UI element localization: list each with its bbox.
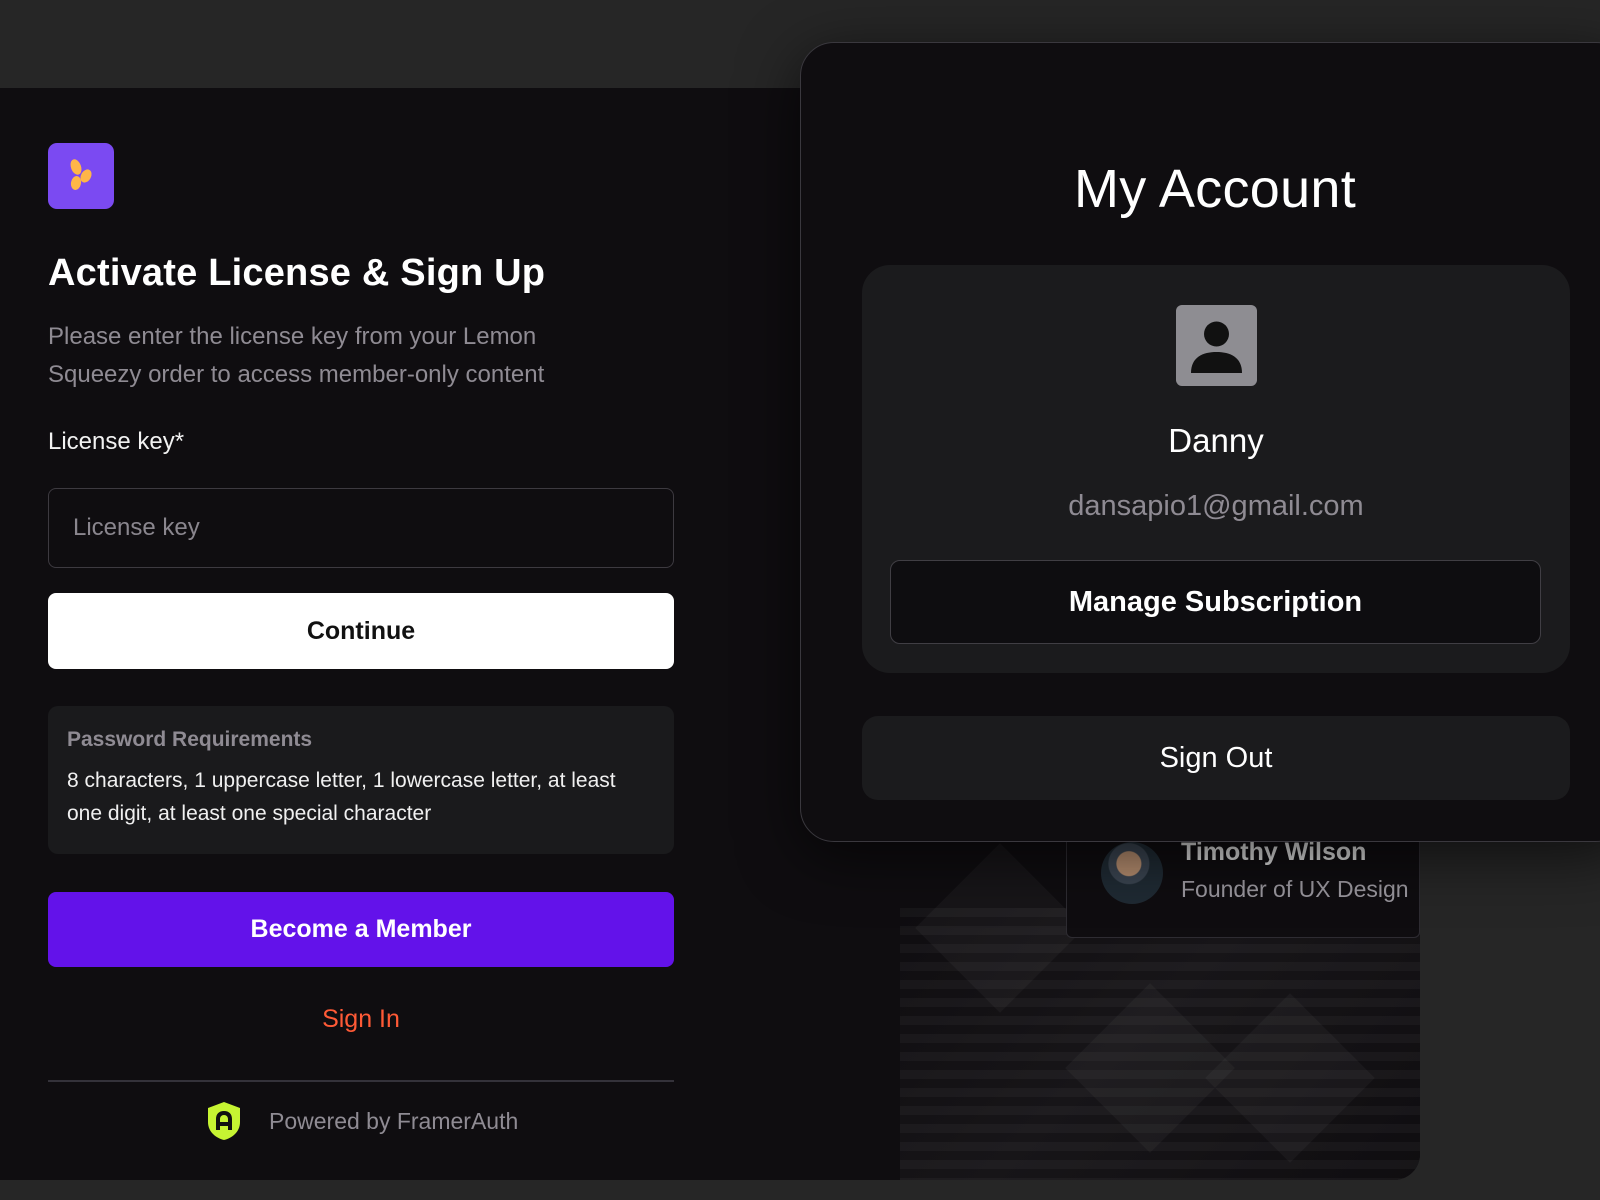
avatar bbox=[1101, 842, 1163, 904]
password-requirements-box: Password Requirements 8 characters, 1 up… bbox=[48, 706, 674, 854]
account-title: My Account bbox=[1073, 159, 1357, 219]
become-member-button[interactable]: Become a Member bbox=[48, 892, 674, 967]
sign-in-link[interactable]: Sign In bbox=[48, 1005, 674, 1034]
license-key-input[interactable] bbox=[48, 488, 674, 568]
footer-divider bbox=[48, 1080, 674, 1082]
user-placeholder-icon bbox=[1176, 305, 1257, 386]
license-key-label: License key* bbox=[48, 428, 185, 455]
signup-title: Activate License & Sign Up bbox=[48, 252, 546, 294]
user-email: dansapio1@gmail.com bbox=[1068, 490, 1364, 522]
password-requirements-title: Password Requirements bbox=[67, 728, 313, 751]
signup-subtitle: Please enter the license key from your L… bbox=[48, 323, 545, 388]
manage-subscription-button[interactable]: Manage Subscription bbox=[890, 560, 1541, 644]
powered-by-footer: Powered by FramerAuth bbox=[205, 1100, 518, 1142]
testimonial-role: Founder of UX Design bbox=[1181, 876, 1409, 902]
sign-out-button[interactable]: Sign Out bbox=[862, 716, 1570, 800]
decorative-pattern bbox=[900, 908, 1420, 1180]
user-name: Danny bbox=[1168, 422, 1264, 459]
continue-button[interactable]: Continue bbox=[48, 593, 674, 669]
framerauth-shield-icon bbox=[208, 1102, 240, 1140]
lemon-squeezy-logo-icon bbox=[48, 143, 114, 209]
powered-by-text: Powered by FramerAuth bbox=[269, 1107, 519, 1134]
testimonial-name: Timothy Wilson bbox=[1181, 838, 1367, 866]
password-requirements-text: 8 characters, 1 uppercase letter, 1 lowe… bbox=[67, 769, 616, 825]
